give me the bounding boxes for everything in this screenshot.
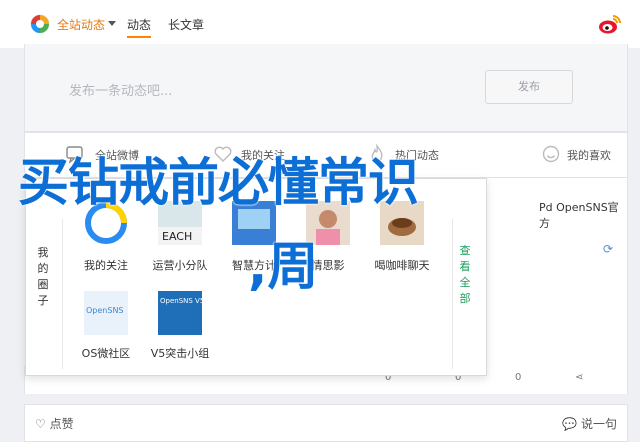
like-label: 点赞 <box>49 417 74 431</box>
svg-text:EACH: EACH <box>162 230 192 243</box>
divider <box>62 219 63 369</box>
group-avatar-v5[interactable]: OpenSNS V5 <box>158 291 205 335</box>
divider <box>452 219 453 369</box>
publish-button[interactable]: 发布 <box>485 70 573 104</box>
chevron-down-icon[interactable] <box>108 21 116 26</box>
group-name[interactable]: V5突击小组 <box>140 345 220 361</box>
like-button[interactable]: ♡ 点赞 <box>35 415 74 432</box>
comment-button[interactable]: 💬 说一句 <box>562 415 617 432</box>
post-footer: ♡ 点赞 💬 说一句 <box>24 404 628 442</box>
comment-count[interactable]: 0 <box>515 372 521 383</box>
official-account-title[interactable]: Pd OpenSNS官方 <box>539 199 627 231</box>
share-icon[interactable]: ⋖ <box>575 372 583 383</box>
tile-text: OpenSNS V5 <box>160 297 205 305</box>
top-bar: 全站动态 动态 长文章 <box>0 0 640 48</box>
post-composer[interactable]: 发布一条动态吧... 发布 <box>24 44 628 132</box>
view-all-link[interactable]: 查看全部 <box>458 243 472 307</box>
refresh-icon[interactable]: ⟳ <box>603 242 613 256</box>
tab-articles[interactable]: 长文章 <box>168 16 204 33</box>
overlay-subline: ,周 <box>248 238 319 297</box>
feed-tab-like[interactable]: 我的喜欢 <box>567 147 611 163</box>
tile-text: OpenSNS <box>86 306 124 315</box>
official-account-card: Pd OpenSNS官方 <box>487 178 628 376</box>
comment-label: 说一句 <box>580 417 617 431</box>
group-name[interactable]: 运营小分队 <box>140 257 220 273</box>
tab-dynamics[interactable]: 动态 <box>127 16 152 38</box>
group-avatar-os[interactable]: OpenSNS <box>84 291 128 335</box>
site-switcher[interactable]: 全站动态 <box>57 16 105 33</box>
group-name[interactable]: OS微社区 <box>66 345 146 361</box>
overlay-headline: 买钻戒前必懂常识 <box>18 154 419 213</box>
smile-icon <box>542 145 560 163</box>
composer-input[interactable]: 发布一条动态吧... <box>69 80 172 99</box>
my-groups-label: 我的圈子 <box>37 246 49 307</box>
weibo-icon[interactable] <box>598 13 622 35</box>
app-logo-icon[interactable] <box>30 14 50 34</box>
group-name[interactable]: 我的关注 <box>66 257 146 273</box>
group-name[interactable]: 喝咖啡聊天 <box>362 257 442 273</box>
